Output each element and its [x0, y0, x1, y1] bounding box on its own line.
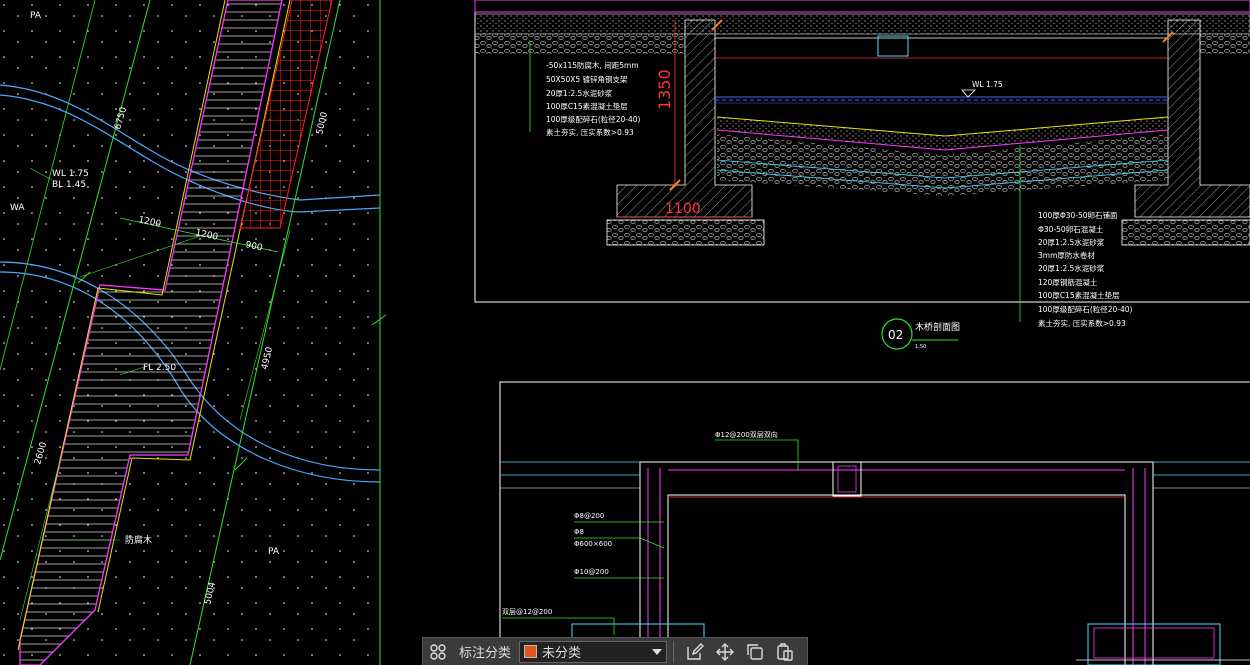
note-left-1: 50X50X5 镀锌角钢支架 — [546, 74, 628, 84]
note-right-8: 素土夯实, 压实系数>0.93 — [1038, 318, 1126, 328]
annotation-toolbar: 标注分类 未分类 — [422, 637, 808, 665]
rebar-top: Φ12@200双层双向 — [715, 430, 778, 439]
note-right-1: Φ30-50卵石混凝土 — [1038, 224, 1104, 234]
note-right-4: 20厚1:2.5水泥砂浆 — [1038, 263, 1105, 273]
note-left-4: 100厚级配碎石(粒径20-40) — [546, 114, 641, 124]
note-right-5: 120厚钢筋混凝土 — [1038, 277, 1098, 287]
plan-wl: WL 1.75 — [52, 169, 89, 179]
note-right-7: 100厚级配碎石(粒径20-40) — [1038, 304, 1133, 314]
edit-icon[interactable] — [680, 639, 710, 665]
copy-icon[interactable] — [740, 639, 770, 665]
plan-fl: FL 2.50 — [143, 363, 176, 373]
rebar-n2: Φ8 — [574, 528, 584, 536]
cad-drawing-canvas[interactable]: PA WL 1.75 BL 1.45 WA FL 2.50 防腐木 PA 675… — [0, 0, 1250, 665]
note-right-0: 100厚Φ30-50卵石铺面 — [1038, 210, 1118, 220]
section-title: 木桥剖面图 — [915, 321, 960, 333]
note-right-2: 20厚1:2.5水泥砂浆 — [1038, 237, 1105, 247]
move-icon[interactable] — [710, 639, 740, 665]
section-title-number: 02 — [888, 328, 903, 342]
plan-handrail: 防腐木 — [125, 534, 152, 546]
rebar-detail-view — [499, 381, 1250, 665]
category-label: 标注分类 — [459, 646, 512, 661]
toolbar-divider — [673, 640, 675, 663]
note-left-2: 20厚1:2.5水泥砂浆 — [546, 88, 613, 98]
rebar-n4: Φ10@200 — [574, 568, 609, 576]
section-scale: 1:50 — [915, 344, 926, 350]
note-left-5: 素土夯实, 压实系数>0.93 — [546, 127, 634, 137]
rebar-n5: 双层@12@200 — [502, 608, 552, 616]
note-left-3: 100厚C15素混凝土垫层 — [546, 101, 628, 111]
section-dim-1100: 1100 — [665, 201, 701, 217]
plan-pa-bottom: PA — [268, 547, 280, 557]
category-color-swatch — [524, 645, 538, 658]
plan-bl: BL 1.45 — [52, 180, 86, 190]
section-wl: WL 1.75 — [972, 80, 1003, 89]
plan-pa-top: PA — [30, 11, 42, 21]
category-select[interactable]: 未分类 — [519, 640, 668, 663]
rebar-n1: Φ8@200 — [574, 512, 604, 520]
chevron-down-icon — [652, 648, 663, 655]
paste-icon[interactable] — [770, 639, 800, 665]
annotation-group-icon[interactable] — [423, 639, 453, 665]
plan-wa: WA — [10, 203, 25, 213]
category-value: 未分类 — [542, 646, 582, 661]
plan-view — [0, 0, 387, 665]
section-dim-1350: 1350 — [655, 69, 674, 110]
note-right-6: 100厚C15素混凝土垫层 — [1038, 290, 1120, 300]
bridge-section-view — [474, 0, 1250, 350]
rebar-n3: Φ600×600 — [574, 540, 612, 548]
note-left-0: -50x115防腐木, 间距5mm — [546, 60, 639, 70]
note-right-3: 3mm厚防水卷材 — [1038, 250, 1095, 260]
